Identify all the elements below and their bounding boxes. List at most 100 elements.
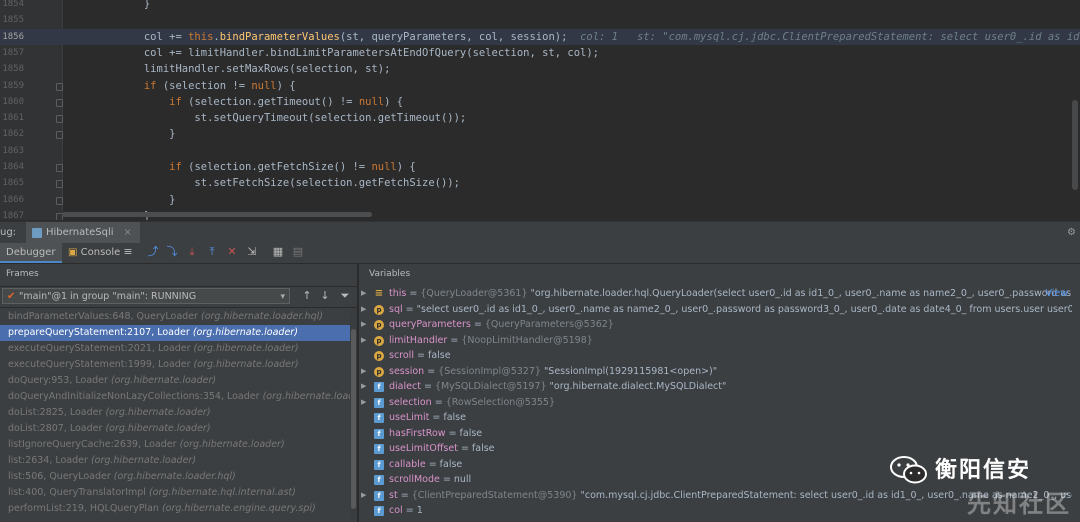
code-line[interactable]: 1864 if (selection.getFetchSize() != nul… <box>0 159 1080 175</box>
expand-arrow-icon[interactable]: ▶ <box>361 333 366 349</box>
fold-marker-icon[interactable] <box>56 131 63 140</box>
watermark-title: 衡阳信安 <box>935 458 1032 483</box>
run-config-tab[interactable]: HibernateSqli × <box>26 222 140 243</box>
variable-row[interactable]: ▶ p sql = "select user0_.id as id1_0_, use… <box>359 302 1080 318</box>
frame-item[interactable]: prepareQueryStatement:2107, Loader (org.… <box>0 325 350 341</box>
fold-marker-icon[interactable] <box>56 164 63 172</box>
param-variable-icon: p <box>374 366 384 377</box>
thread-selector[interactable]: ✔ "main"@1 in group "main": RUNNING ▾ <box>2 288 290 304</box>
variable-row[interactable]: p scroll = false <box>359 348 1080 364</box>
line-number[interactable]: 1855 <box>0 12 24 28</box>
line-number[interactable]: 1857 <box>0 45 24 61</box>
run-to-cursor-icon[interactable]: ⇲ <box>246 246 258 258</box>
line-number[interactable]: 1863 <box>0 143 24 159</box>
code-line[interactable]: 1856 col += this.bindParameterValues(st,… <box>0 28 1080 45</box>
frame-method: listIgnoreQueryCache:2639, Loader <box>8 439 180 450</box>
frame-item[interactable]: list:2634, Loader (org.hibernate.loader) <box>0 453 350 469</box>
line-number[interactable]: 1854 <box>0 0 24 12</box>
code-editor[interactable]: 1854 } 1855 1856 col += this.bindParameter… <box>0 0 1080 220</box>
code-line[interactable]: 1866 } <box>0 192 1080 208</box>
fold-marker-icon[interactable] <box>56 115 63 124</box>
frame-item[interactable]: doList:2807, Loader (org.hibernate.loade… <box>0 421 350 437</box>
fold-marker-icon[interactable] <box>56 98 63 107</box>
variable-name: scroll <box>389 350 414 361</box>
variable-row[interactable]: ▶ p limitHandler = {NoopLimitHandler@5198} <box>359 333 1080 349</box>
code-line[interactable]: 1861 st.setQueryTimeout(selection.getTim… <box>0 110 1080 126</box>
code-line[interactable]: 1857 col += limitHandler.bindLimitParame… <box>0 45 1080 61</box>
frame-item[interactable]: list:400, QueryTranslatorImpl (org.hiber… <box>0 485 350 501</box>
expand-arrow-icon[interactable]: ▶ <box>361 379 366 395</box>
fold-marker-icon[interactable] <box>56 196 63 205</box>
expand-arrow-icon[interactable]: ▶ <box>361 302 366 318</box>
line-number[interactable]: 1860 <box>0 94 24 110</box>
line-number[interactable]: 1867 <box>0 208 24 220</box>
variable-row[interactable]: ▶ p queryParameters = {QueryParameters@536… <box>359 317 1080 333</box>
line-number[interactable]: 1865 <box>0 175 24 191</box>
code-line[interactable]: 1858 limitHandler.setMaxRows(selection, … <box>0 61 1080 77</box>
line-number[interactable]: 1862 <box>0 126 24 142</box>
step-out-icon[interactable]: ⤒ <box>206 246 218 258</box>
frames-scrollbar-thumb[interactable] <box>351 329 356 509</box>
arrow-down-icon[interactable]: ↓ <box>318 289 332 303</box>
field-variable-icon: f <box>374 490 384 501</box>
code-line[interactable]: 1862 } <box>0 126 1080 142</box>
variable-row[interactable]: ▶ p session = {SessionImpl@5327} "SessionI… <box>359 364 1080 380</box>
variable-text: useLimitOffset = false <box>389 441 495 457</box>
equals-sign: = <box>402 505 417 516</box>
frame-item[interactable]: executeQueryStatement:2021, Loader (org.… <box>0 341 350 357</box>
frames-scrollbar[interactable] <box>350 309 357 519</box>
close-icon[interactable]: × <box>124 222 132 243</box>
line-number[interactable]: 1856 <box>0 29 24 45</box>
arrow-up-icon[interactable]: ↑ <box>300 289 314 303</box>
view-link[interactable]: View <box>1045 286 1068 302</box>
variable-row[interactable]: ▶ ≡ this = {QueryLoader@5361} "org.hiberna… <box>359 286 1080 302</box>
gear-icon[interactable]: ⚙ <box>1067 222 1076 243</box>
frame-item[interactable]: doQuery:953, Loader (org.hibernate.loade… <box>0 373 350 389</box>
step-into-icon[interactable]: ⤓ <box>186 246 198 258</box>
code-token: null <box>358 95 385 108</box>
frame-item[interactable]: executeQueryStatement:1999, Loader (org.… <box>0 357 350 373</box>
fold-marker-icon[interactable] <box>56 180 63 189</box>
variable-row[interactable]: ▶ f selection = {RowSelection@5355} <box>359 395 1080 411</box>
filter-icon[interactable]: ⏷ <box>338 289 352 303</box>
fold-marker-icon[interactable] <box>56 82 63 91</box>
expand-arrow-icon[interactable]: ▶ <box>361 364 366 380</box>
line-number[interactable]: 1866 <box>0 192 24 208</box>
expand-arrow-icon[interactable]: ▶ <box>361 488 366 504</box>
frame-item[interactable]: doQueryAndInitializeNonLazyCollections:3… <box>0 389 350 405</box>
line-number[interactable]: 1859 <box>0 78 24 94</box>
debug-tool-window-header: ug: HibernateSqli × ⚙ <box>0 221 1080 244</box>
frame-item[interactable]: bindParameterValues:648, QueryLoader (or… <box>0 309 350 325</box>
layout-icon[interactable]: ▤ <box>292 246 304 258</box>
expand-arrow-icon[interactable]: ▶ <box>361 317 366 333</box>
frame-item[interactable]: doList:2825, Loader (org.hibernate.loade… <box>0 405 350 421</box>
editor-vertical-scrollbar[interactable] <box>1072 100 1078 190</box>
code-line[interactable]: 1865 st.setFetchSize(selection.getFetchS… <box>0 175 1080 191</box>
tab-console[interactable]: ▣ Console <box>62 243 126 263</box>
code-line[interactable]: 1860 if (selection.getTimeout() != null)… <box>0 94 1080 110</box>
evaluate-expression-icon[interactable]: ▦ <box>272 246 284 258</box>
line-number[interactable]: 1861 <box>0 110 24 126</box>
frame-item[interactable]: performList:219, HQLQueryPlan (org.hiber… <box>0 501 350 517</box>
line-number[interactable]: 1858 <box>0 61 24 77</box>
code-line[interactable]: 1854 } <box>0 0 1080 12</box>
frame-item[interactable]: list:506, QueryLoader (org.hibernate.loa… <box>0 469 350 485</box>
expand-arrow-icon[interactable]: ▶ <box>361 286 366 302</box>
frame-item[interactable]: listIgnoreQueryCache:2639, Loader (org.h… <box>0 437 350 453</box>
param-variable-icon: p <box>374 351 384 361</box>
tab-debugger[interactable]: Debugger <box>0 243 62 263</box>
variable-value: "SessionImpl(1929115981<open>)" <box>540 365 718 377</box>
menu-icon[interactable]: ≡ <box>122 246 134 258</box>
variable-row[interactable]: f useLimit = false <box>359 410 1080 426</box>
expand-arrow-icon[interactable]: ▶ <box>361 395 366 411</box>
variable-row[interactable]: ▶ f dialect = {MySQLDialect@5197} "org.hib… <box>359 379 1080 395</box>
show-execution-point-icon[interactable]: ⤴ <box>147 246 159 258</box>
code-line[interactable]: 1863 <box>0 143 1080 159</box>
variable-row[interactable]: f hasFirstRow = false <box>359 426 1080 442</box>
line-number[interactable]: 1864 <box>0 159 24 175</box>
step-over-icon[interactable]: ⤵ <box>166 246 178 258</box>
code-line[interactable]: 1855 <box>0 12 1080 28</box>
drop-frame-icon[interactable]: ✕ <box>226 246 238 258</box>
editor-horizontal-scrollbar[interactable] <box>62 212 372 217</box>
code-line[interactable]: 1859 if (selection != null) { <box>0 78 1080 94</box>
